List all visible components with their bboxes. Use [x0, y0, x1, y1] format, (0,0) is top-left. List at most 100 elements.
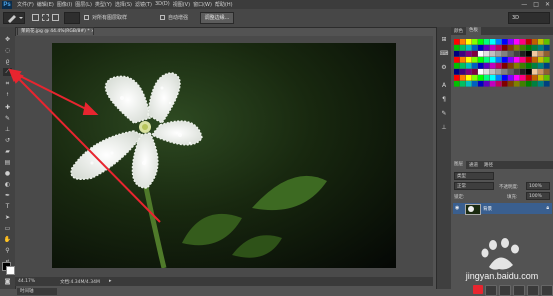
swatch-chip[interactable] — [454, 39, 460, 45]
brush-tool-icon[interactable]: ✎ — [3, 114, 12, 122]
swatch-chip[interactable] — [478, 51, 484, 57]
swatch-chip[interactable] — [496, 81, 502, 87]
swatch-chip[interactable] — [508, 63, 514, 69]
swatch-chip[interactable] — [460, 57, 466, 63]
swatch-chip[interactable] — [532, 51, 538, 57]
swatch-chip[interactable] — [532, 45, 538, 51]
swatch-chip[interactable] — [466, 45, 472, 51]
swatch-chip[interactable] — [538, 39, 544, 45]
swatch-chip[interactable] — [508, 75, 514, 81]
pen-tool-icon[interactable]: ✒ — [3, 191, 12, 199]
swatch-chip[interactable] — [472, 51, 478, 57]
swatch-chip[interactable] — [454, 45, 460, 51]
swatch-chip[interactable] — [544, 57, 550, 63]
swatch-chip[interactable] — [520, 39, 526, 45]
swatch-chip[interactable] — [454, 51, 460, 57]
swatch-chip[interactable] — [472, 63, 478, 69]
swatch-chip[interactable] — [514, 57, 520, 63]
menu-item[interactable]: 文件(F) — [17, 1, 34, 8]
swatch-chip[interactable] — [526, 39, 532, 45]
path-selection-tool-icon[interactable]: ➤ — [3, 213, 12, 221]
swatch-chip[interactable] — [484, 39, 490, 45]
swatch-chip[interactable] — [484, 51, 490, 57]
swatch-chip[interactable] — [496, 63, 502, 69]
swatch-chip[interactable] — [466, 81, 472, 87]
properties-panel-icon[interactable]: ⌨ — [440, 49, 449, 57]
hand-tool-icon[interactable]: ✋ — [3, 235, 12, 243]
zoom-level[interactable]: 44.17% — [18, 279, 35, 284]
keyboard-icon[interactable] — [513, 285, 525, 296]
swatch-chip[interactable] — [544, 75, 550, 81]
swatch-chip[interactable] — [532, 39, 538, 45]
swatch-chip[interactable] — [526, 81, 532, 87]
swatch-chip[interactable] — [478, 45, 484, 51]
tab-channels[interactable]: 通道 — [466, 162, 481, 168]
swatch-chip[interactable] — [454, 75, 460, 81]
eraser-tool-icon[interactable]: ▰ — [3, 147, 12, 155]
swatch-chip[interactable] — [538, 63, 544, 69]
swatch-chip[interactable] — [508, 81, 514, 87]
swatch-chip[interactable] — [472, 75, 478, 81]
swatch-chip[interactable] — [514, 75, 520, 81]
swatch-chip[interactable] — [496, 39, 502, 45]
swatch-chip[interactable] — [472, 45, 478, 51]
sogou-ime-icon[interactable] — [473, 285, 483, 294]
swatch-chip[interactable] — [490, 51, 496, 57]
swatch-chip[interactable] — [514, 63, 520, 69]
swatch-chip[interactable] — [484, 81, 490, 87]
swatch-chip[interactable] — [478, 75, 484, 81]
swatch-chip[interactable] — [544, 45, 550, 51]
swatch-chip[interactable] — [538, 51, 544, 57]
swatch-chip[interactable] — [532, 63, 538, 69]
swatch-chip[interactable] — [508, 45, 514, 51]
menu-item[interactable]: 编辑(E) — [37, 1, 54, 8]
menu-item[interactable]: 类型(Y) — [95, 1, 112, 8]
lasso-tool-icon[interactable]: ϱ — [3, 57, 12, 65]
swatch-chip[interactable] — [526, 69, 532, 75]
swatch-chip[interactable] — [490, 75, 496, 81]
tab-paths[interactable]: 路径 — [481, 162, 496, 168]
marquee-tool-icon[interactable]: ◌ — [3, 46, 12, 54]
swatch-chip[interactable] — [520, 81, 526, 87]
swatch-chip[interactable] — [538, 45, 544, 51]
swatch-chip[interactable] — [502, 51, 508, 57]
minimize-button[interactable]: — — [521, 0, 527, 9]
menu-item[interactable]: 滤镜(T) — [135, 1, 152, 8]
history-panel-icon[interactable]: ⊞ — [440, 35, 448, 43]
swatch-chip[interactable] — [514, 39, 520, 45]
swatch-chip[interactable] — [544, 81, 550, 87]
swatch-chip[interactable] — [478, 63, 484, 69]
swatch-grid[interactable] — [454, 39, 551, 91]
workspace-switcher[interactable]: 3D — [508, 12, 550, 24]
swatch-chip[interactable] — [454, 81, 460, 87]
swatch-chip[interactable] — [490, 81, 496, 87]
swatch-chip[interactable] — [508, 51, 514, 57]
swatch-chip[interactable] — [514, 69, 520, 75]
swatch-chip[interactable] — [460, 63, 466, 69]
opacity-input[interactable]: 100% — [526, 182, 550, 190]
swatch-chip[interactable] — [526, 63, 532, 69]
swatch-chip[interactable] — [526, 51, 532, 57]
menu-item[interactable]: 选择(S) — [115, 1, 132, 8]
swatch-chip[interactable] — [460, 81, 466, 87]
swatch-chip[interactable] — [478, 69, 484, 75]
swatch-chip[interactable] — [484, 75, 490, 81]
punctuation-icon[interactable] — [485, 285, 497, 296]
swatch-chip[interactable] — [502, 75, 508, 81]
swatch-chip[interactable] — [478, 57, 484, 63]
menu-item[interactable]: 图像(I) — [57, 1, 72, 8]
swatch-chip[interactable] — [490, 45, 496, 51]
swatch-chip[interactable] — [502, 57, 508, 63]
swatch-chip[interactable] — [520, 45, 526, 51]
swatch-chip[interactable] — [484, 57, 490, 63]
swatch-chip[interactable] — [520, 63, 526, 69]
swatch-chip[interactable] — [514, 81, 520, 87]
swatch-chip[interactable] — [508, 39, 514, 45]
swatch-chip[interactable] — [466, 63, 472, 69]
tab-swatches[interactable]: 色板 — [466, 27, 481, 35]
swatch-chip[interactable] — [466, 75, 472, 81]
healing-brush-tool-icon[interactable]: ✚ — [3, 103, 12, 111]
menu-item[interactable]: 窗口(W) — [193, 1, 212, 8]
swatch-chip[interactable] — [460, 51, 466, 57]
swatch-chip[interactable] — [496, 51, 502, 57]
